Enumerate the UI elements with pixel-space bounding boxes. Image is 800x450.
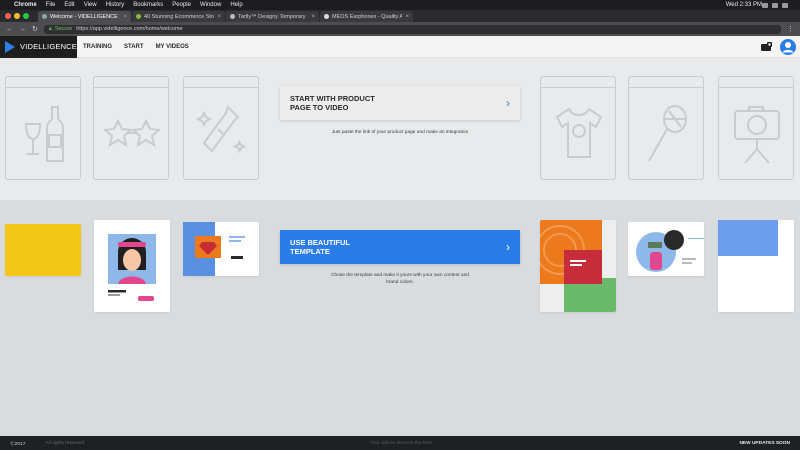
nav-start[interactable]: START bbox=[124, 44, 144, 50]
minimize-window-icon[interactable] bbox=[14, 13, 20, 19]
brand-logo[interactable]: VIDELLIGENCE bbox=[0, 35, 78, 58]
notifications-icon[interactable] bbox=[760, 41, 772, 53]
template-gem[interactable] bbox=[183, 222, 259, 276]
status-icons bbox=[762, 2, 788, 8]
wifi-icon[interactable] bbox=[762, 2, 768, 8]
menu-view[interactable]: View bbox=[84, 2, 97, 8]
product-thumb-camera[interactable] bbox=[718, 76, 794, 180]
user-avatar-icon[interactable] bbox=[780, 38, 796, 55]
tab-title: 40 Stunning Ecommerce Sto bbox=[144, 13, 215, 20]
template-yellow[interactable] bbox=[5, 224, 81, 276]
brand-name: VIDELLIGENCE bbox=[20, 42, 78, 51]
camera-icon bbox=[734, 106, 780, 164]
footer-tagline: Your videos deserve the best bbox=[370, 440, 432, 446]
menu-bookmarks[interactable]: Bookmarks bbox=[133, 2, 163, 8]
template-color-blocks[interactable] bbox=[540, 220, 616, 312]
template-character[interactable] bbox=[628, 222, 704, 276]
star-glasses-icon bbox=[104, 118, 160, 148]
copyright: Ⓒ2017 bbox=[10, 441, 26, 447]
app-footer: Ⓒ2017 All rights reserved Your videos de… bbox=[0, 436, 800, 450]
profile-illustration bbox=[108, 234, 156, 301]
racket-icon bbox=[648, 105, 687, 162]
tab-earphones[interactable]: MEOS Earphones - Quality A × bbox=[320, 11, 413, 22]
play-logo-icon bbox=[5, 40, 15, 53]
product-thumb-glasses[interactable] bbox=[93, 76, 169, 180]
tab-close-icon[interactable]: × bbox=[311, 14, 315, 20]
cta-label: USE BEAUTIFUL TEMPLATE bbox=[290, 238, 350, 256]
menu-app[interactable]: Chrome bbox=[14, 2, 37, 8]
chevron-right-icon: › bbox=[506, 96, 510, 110]
tab-strip: Welcome - VIDELLIGENCE × 40 Stunning Eco… bbox=[0, 10, 800, 22]
color-blocks-illustration bbox=[540, 220, 616, 312]
menu-help[interactable]: Help bbox=[230, 2, 242, 8]
tab-title: MEOS Earphones - Quality A bbox=[332, 13, 403, 20]
mac-menubar: Chrome File Edit View History Bookmarks … bbox=[0, 0, 800, 10]
tab-favicon-icon bbox=[324, 14, 329, 19]
footer-rights: All rights reserved bbox=[45, 440, 84, 446]
product-thumb-racket[interactable] bbox=[628, 76, 704, 180]
product-cta-description: Just paste the link of your product page… bbox=[331, 130, 469, 135]
product-thumb-flashlight[interactable] bbox=[183, 76, 259, 180]
address-bar[interactable]: 🔒︎ Secure https://app.videlligence.com/h… bbox=[43, 24, 781, 34]
template-cta-description: Chose the template and make it yours wit… bbox=[331, 273, 469, 285]
chevron-right-icon: › bbox=[506, 240, 510, 254]
search-icon[interactable] bbox=[782, 2, 788, 8]
forward-icon[interactable]: → bbox=[19, 26, 26, 33]
nav-training[interactable]: TRAINING bbox=[83, 44, 112, 50]
maximize-window-icon[interactable] bbox=[23, 13, 29, 19]
tab-favicon-icon bbox=[230, 14, 235, 19]
menubar-clock[interactable]: Wed 2:33 PM bbox=[726, 2, 762, 8]
menu-history[interactable]: History bbox=[106, 2, 125, 8]
tab-templates[interactable]: Tartly™ Designy Temporary × bbox=[226, 11, 319, 22]
back-icon[interactable]: ← bbox=[6, 26, 13, 33]
menu-window[interactable]: Window bbox=[200, 2, 221, 8]
tab-welcome[interactable]: Welcome - VIDELLIGENCE × bbox=[38, 11, 131, 22]
template-profile[interactable] bbox=[94, 220, 170, 312]
start-product-page-button[interactable]: START WITH PRODUCT PAGE TO VIDEO › bbox=[280, 86, 520, 120]
reload-icon[interactable]: ↻ bbox=[32, 25, 38, 33]
tab-close-icon[interactable]: × bbox=[405, 14, 409, 20]
window-controls bbox=[5, 13, 29, 19]
use-template-button[interactable]: USE BEAUTIFUL TEMPLATE › bbox=[280, 230, 520, 264]
app-header: VIDELLIGENCE TRAINING START MY VIDEOS bbox=[0, 35, 800, 58]
battery-icon[interactable] bbox=[772, 2, 778, 8]
close-window-icon[interactable] bbox=[5, 13, 11, 19]
tab-title: Tartly™ Designy Temporary bbox=[238, 13, 306, 20]
header-actions bbox=[760, 38, 796, 55]
product-thumb-tshirt[interactable] bbox=[540, 76, 616, 180]
tab-favicon-icon bbox=[136, 14, 141, 19]
gem-illustration bbox=[183, 222, 245, 276]
tshirt-icon bbox=[555, 107, 603, 158]
tab-close-icon[interactable]: × bbox=[123, 14, 127, 20]
flashlight-icon bbox=[195, 105, 247, 154]
welcome-main: START WITH PRODUCT PAGE TO VIDEO › Just … bbox=[0, 58, 800, 436]
tab-ecommerce[interactable]: 40 Stunning Ecommerce Sto × bbox=[132, 11, 225, 22]
wine-bottle-icon bbox=[24, 106, 64, 162]
tab-close-icon[interactable]: × bbox=[217, 14, 221, 20]
nav-my-videos[interactable]: MY VIDEOS bbox=[156, 44, 189, 50]
blue-block-illustration bbox=[718, 220, 778, 256]
browser-toolbar: ← → ↻ 🔒︎ Secure https://app.videlligence… bbox=[0, 22, 800, 36]
menu-people[interactable]: People bbox=[172, 2, 191, 8]
browser-menu-icon[interactable]: ⋮ bbox=[787, 25, 794, 33]
url-text: https://app.videlligence.com/home/welcom… bbox=[76, 26, 183, 32]
menu-edit[interactable]: Edit bbox=[64, 2, 74, 8]
lock-icon: 🔒︎ bbox=[48, 25, 52, 32]
menu-file[interactable]: File bbox=[46, 2, 56, 8]
new-updates-link[interactable]: NEW UPDATES SOON bbox=[739, 441, 790, 446]
secure-label: Secure bbox=[54, 26, 73, 32]
character-illustration bbox=[636, 230, 704, 272]
template-blue-block[interactable] bbox=[718, 220, 794, 312]
cta-label: START WITH PRODUCT PAGE TO VIDEO bbox=[290, 94, 375, 112]
tab-title: Welcome - VIDELLIGENCE bbox=[50, 13, 118, 20]
tab-favicon-icon bbox=[42, 14, 47, 19]
product-thumb-wine[interactable] bbox=[5, 76, 81, 180]
